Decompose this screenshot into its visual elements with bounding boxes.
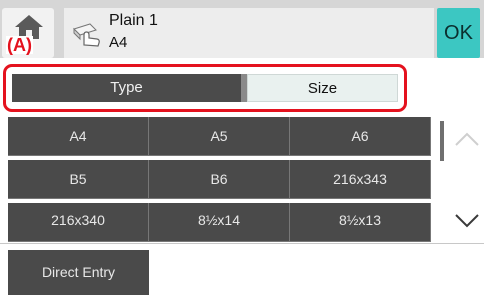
size-option-8-5x14[interactable]: 8½x14 [149,203,290,242]
size-option-8-5x13[interactable]: 8½x13 [290,203,431,242]
paper-info-panel: Plain 1 A4 [64,8,434,58]
header-bar: (A) Plain 1 A4 OK [0,0,484,58]
tab-size[interactable]: Size [247,74,398,102]
annotation-marker: (A) [6,35,33,55]
size-grid: A4 A5 A6 B5 B6 216x343 216x340 8½x14 8½x… [8,117,432,243]
size-option-a6[interactable]: A6 [290,117,431,156]
hand-paper-icon [73,23,100,47]
paper-size-screen: (A) Plain 1 A4 OK Type Size A4 A5 A6 B5 … [0,0,484,295]
scrollbar-thumb[interactable] [440,121,444,161]
chevron-up-icon[interactable] [454,131,480,147]
paper-type-label: Plain 1 [109,12,158,29]
tab-type[interactable]: Type [12,74,241,102]
chevron-down-icon[interactable] [454,213,480,229]
direct-entry-button[interactable]: Direct Entry [8,250,149,295]
tab-bar-highlight: Type Size [3,64,407,112]
footer-divider [0,243,484,244]
size-option-216x340[interactable]: 216x340 [8,203,149,242]
size-option-a4[interactable]: A4 [8,117,149,156]
size-option-b5[interactable]: B5 [8,160,149,199]
size-option-216x343[interactable]: 216x343 [290,160,431,199]
size-option-a5[interactable]: A5 [149,117,290,156]
size-option-b6[interactable]: B6 [149,160,290,199]
scroll-control [436,117,484,243]
ok-button[interactable]: OK [437,8,480,58]
paper-size-value: A4 [109,34,128,51]
